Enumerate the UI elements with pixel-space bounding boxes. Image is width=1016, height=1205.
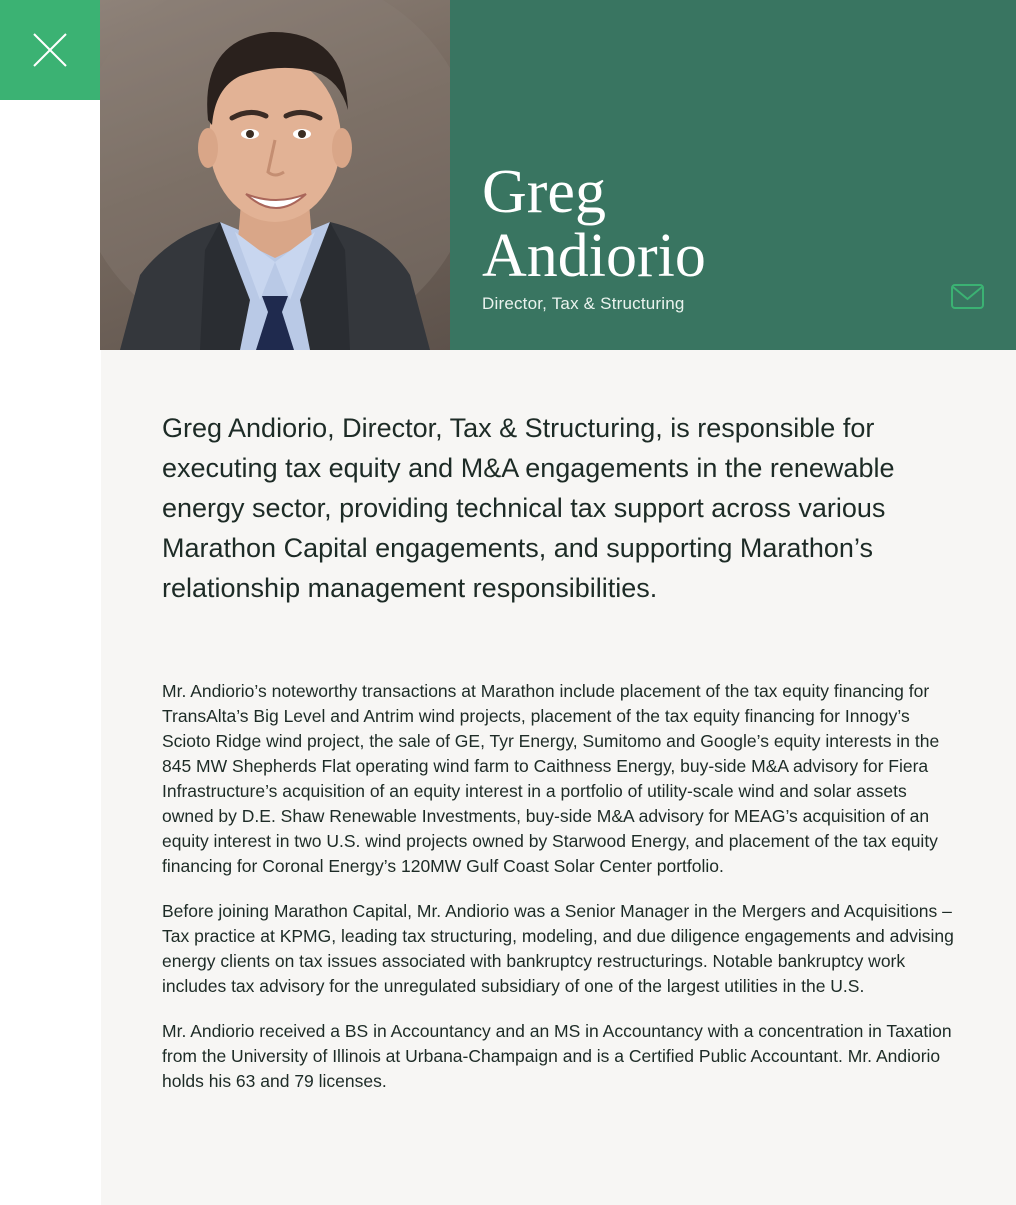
bio-paragraph: Mr. Andiorio’s noteworthy transactions a… (162, 681, 940, 876)
job-title: Director, Tax & Structuring (482, 294, 685, 313)
bio-lead: Greg Andiorio, Director, Tax & Structuri… (162, 413, 895, 603)
last-name: Andiorio (482, 222, 706, 290)
bio-paragraph: Mr. Andiorio received a BS in Accountanc… (162, 1021, 952, 1091)
close-button[interactable] (0, 0, 100, 100)
close-icon (33, 33, 67, 67)
bio-section: Greg Andiorio, Director, Tax & Structuri… (101, 350, 1016, 1205)
email-button[interactable] (950, 282, 986, 312)
profile-photo (100, 0, 450, 350)
bio-paragraph: Before joining Marathon Capital, Mr. And… (162, 901, 954, 996)
profile-name: Greg Andiorio (482, 160, 706, 288)
bio-body: Mr. Andiorio’s noteworthy transactions a… (162, 679, 957, 1114)
profile-header: Greg Andiorio Director, Tax & Structurin… (450, 0, 1016, 350)
first-name: Greg (482, 158, 606, 226)
mail-icon (951, 284, 984, 309)
